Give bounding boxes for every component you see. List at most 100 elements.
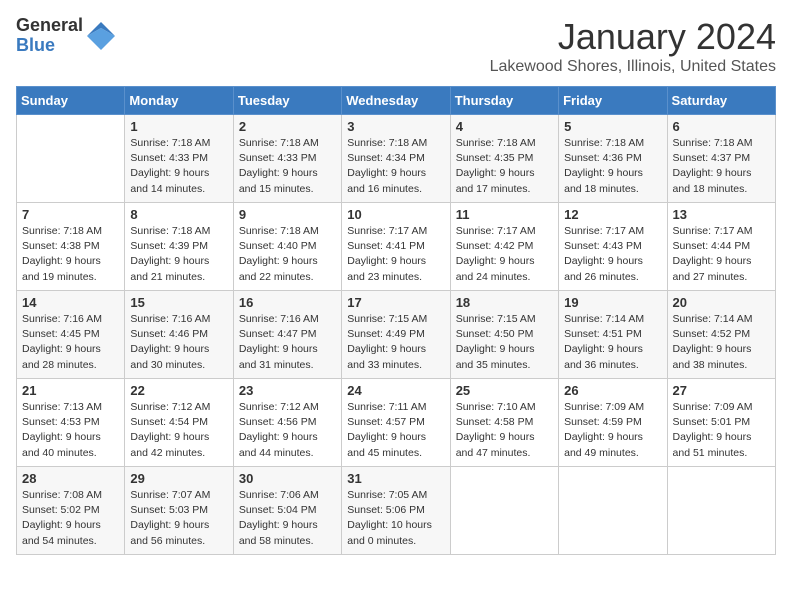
day-info: Sunrise: 7:09 AM Sunset: 5:01 PM Dayligh…	[673, 400, 770, 461]
day-info: Sunrise: 7:11 AM Sunset: 4:57 PM Dayligh…	[347, 400, 444, 461]
day-info: Sunrise: 7:15 AM Sunset: 4:50 PM Dayligh…	[456, 312, 553, 373]
day-number: 13	[673, 207, 770, 222]
calendar-cell: 17 Sunrise: 7:15 AM Sunset: 4:49 PM Dayli…	[342, 291, 450, 379]
calendar-cell: 2 Sunrise: 7:18 AM Sunset: 4:33 PM Daylig…	[233, 115, 341, 203]
day-number: 23	[239, 383, 336, 398]
day-number: 12	[564, 207, 661, 222]
calendar-cell: 15Sunrise: 7:16 AM Sunset: 4:46 PM Dayli…	[125, 291, 233, 379]
day-number: 1	[130, 119, 227, 134]
day-number: 3	[347, 119, 444, 134]
calendar-cell	[667, 467, 775, 555]
calendar-cell: 24Sunrise: 7:11 AM Sunset: 4:57 PM Dayli…	[342, 379, 450, 467]
calendar-cell: 28 Sunrise: 7:08 AM Sunset: 5:02 PM Dayli…	[17, 467, 125, 555]
day-number: 6	[673, 119, 770, 134]
calendar-cell: 12 Sunrise: 7:17 AM Sunset: 4:43 PM Dayli…	[559, 203, 667, 291]
weekday-header: Friday	[559, 87, 667, 115]
weekday-header: Wednesday	[342, 87, 450, 115]
day-number: 28	[22, 471, 119, 486]
calendar-cell: 7 Sunrise: 7:18 AM Sunset: 4:38 PM Daylig…	[17, 203, 125, 291]
calendar-cell: 16 Sunrise: 7:16 AM Sunset: 4:47 PM Dayli…	[233, 291, 341, 379]
day-info: Sunrise: 7:14 AM Sunset: 4:52 PM Dayligh…	[673, 312, 770, 373]
calendar-cell: 9Sunrise: 7:18 AM Sunset: 4:40 PM Daylig…	[233, 203, 341, 291]
calendar-cell: 27 Sunrise: 7:09 AM Sunset: 5:01 PM Dayli…	[667, 379, 775, 467]
day-info: Sunrise: 7:18 AM Sunset: 4:34 PM Dayligh…	[347, 136, 444, 197]
day-info: Sunrise: 7:18 AM Sunset: 4:33 PM Dayligh…	[239, 136, 336, 197]
day-info: Sunrise: 7:12 AM Sunset: 4:56 PM Dayligh…	[239, 400, 336, 461]
day-info: Sunrise: 7:06 AM Sunset: 5:04 PM Dayligh…	[239, 488, 336, 549]
calendar-cell	[450, 467, 558, 555]
day-info: Sunrise: 7:09 AM Sunset: 4:59 PM Dayligh…	[564, 400, 661, 461]
calendar-cell: 8 Sunrise: 7:18 AM Sunset: 4:39 PM Daylig…	[125, 203, 233, 291]
calendar-cell: 19 Sunrise: 7:14 AM Sunset: 4:51 PM Dayli…	[559, 291, 667, 379]
calendar-cell: 11 Sunrise: 7:17 AM Sunset: 4:42 PM Dayli…	[450, 203, 558, 291]
day-number: 19	[564, 295, 661, 310]
calendar-week-row: 7 Sunrise: 7:18 AM Sunset: 4:38 PM Daylig…	[17, 203, 776, 291]
calendar-cell: 1 Sunrise: 7:18 AM Sunset: 4:33 PM Daylig…	[125, 115, 233, 203]
day-number: 8	[130, 207, 227, 222]
calendar-cell: 5 Sunrise: 7:18 AM Sunset: 4:36 PM Daylig…	[559, 115, 667, 203]
calendar-cell: 29Sunrise: 7:07 AM Sunset: 5:03 PM Dayli…	[125, 467, 233, 555]
day-number: 31	[347, 471, 444, 486]
day-number: 4	[456, 119, 553, 134]
day-info: Sunrise: 7:14 AM Sunset: 4:51 PM Dayligh…	[564, 312, 661, 373]
calendar-cell: 20 Sunrise: 7:14 AM Sunset: 4:52 PM Dayli…	[667, 291, 775, 379]
calendar-week-row: 21 Sunrise: 7:13 AM Sunset: 4:53 PM Dayli…	[17, 379, 776, 467]
weekday-header: Sunday	[17, 87, 125, 115]
day-info: Sunrise: 7:13 AM Sunset: 4:53 PM Dayligh…	[22, 400, 119, 461]
calendar-cell: 26Sunrise: 7:09 AM Sunset: 4:59 PM Dayli…	[559, 379, 667, 467]
logo-general-text: General	[16, 16, 83, 36]
day-info: Sunrise: 7:05 AM Sunset: 5:06 PM Dayligh…	[347, 488, 444, 549]
page-header: General Blue January 2024 Lakewood Shore…	[16, 16, 776, 76]
day-info: Sunrise: 7:16 AM Sunset: 4:47 PM Dayligh…	[239, 312, 336, 373]
weekday-header: Saturday	[667, 87, 775, 115]
day-number: 2	[239, 119, 336, 134]
day-info: Sunrise: 7:15 AM Sunset: 4:49 PM Dayligh…	[347, 312, 444, 373]
day-info: Sunrise: 7:18 AM Sunset: 4:37 PM Dayligh…	[673, 136, 770, 197]
day-number: 5	[564, 119, 661, 134]
calendar-cell: 21 Sunrise: 7:13 AM Sunset: 4:53 PM Dayli…	[17, 379, 125, 467]
day-number: 14	[22, 295, 119, 310]
day-info: Sunrise: 7:10 AM Sunset: 4:58 PM Dayligh…	[456, 400, 553, 461]
day-number: 27	[673, 383, 770, 398]
day-number: 16	[239, 295, 336, 310]
day-number: 22	[130, 383, 227, 398]
day-info: Sunrise: 7:16 AM Sunset: 4:46 PM Dayligh…	[130, 312, 227, 373]
calendar-cell: 22 Sunrise: 7:12 AM Sunset: 4:54 PM Dayli…	[125, 379, 233, 467]
calendar-cell	[17, 115, 125, 203]
day-info: Sunrise: 7:18 AM Sunset: 4:36 PM Dayligh…	[564, 136, 661, 197]
calendar-cell: 3 Sunrise: 7:18 AM Sunset: 4:34 PM Daylig…	[342, 115, 450, 203]
day-number: 20	[673, 295, 770, 310]
calendar-cell: 4Sunrise: 7:18 AM Sunset: 4:35 PM Daylig…	[450, 115, 558, 203]
day-number: 10	[347, 207, 444, 222]
day-number: 25	[456, 383, 553, 398]
logo-icon	[87, 22, 115, 50]
day-number: 11	[456, 207, 553, 222]
weekday-header: Monday	[125, 87, 233, 115]
calendar-week-row: 14 Sunrise: 7:16 AM Sunset: 4:45 PM Dayli…	[17, 291, 776, 379]
title-area: January 2024 Lakewood Shores, Illinois, …	[490, 16, 776, 76]
day-info: Sunrise: 7:12 AM Sunset: 4:54 PM Dayligh…	[130, 400, 227, 461]
calendar-cell: 14 Sunrise: 7:16 AM Sunset: 4:45 PM Dayli…	[17, 291, 125, 379]
day-number: 21	[22, 383, 119, 398]
calendar-cell: 10 Sunrise: 7:17 AM Sunset: 4:41 PM Dayli…	[342, 203, 450, 291]
day-number: 7	[22, 207, 119, 222]
location-title: Lakewood Shores, Illinois, United States	[490, 58, 776, 76]
day-number: 17	[347, 295, 444, 310]
day-info: Sunrise: 7:18 AM Sunset: 4:39 PM Dayligh…	[130, 224, 227, 285]
day-info: Sunrise: 7:17 AM Sunset: 4:43 PM Dayligh…	[564, 224, 661, 285]
month-title: January 2024	[490, 16, 776, 58]
calendar-cell: 13Sunrise: 7:17 AM Sunset: 4:44 PM Dayli…	[667, 203, 775, 291]
day-info: Sunrise: 7:17 AM Sunset: 4:41 PM Dayligh…	[347, 224, 444, 285]
day-info: Sunrise: 7:16 AM Sunset: 4:45 PM Dayligh…	[22, 312, 119, 373]
calendar-cell: 6 Sunrise: 7:18 AM Sunset: 4:37 PM Daylig…	[667, 115, 775, 203]
logo-blue-text: Blue	[16, 36, 83, 56]
day-info: Sunrise: 7:07 AM Sunset: 5:03 PM Dayligh…	[130, 488, 227, 549]
calendar-table: SundayMondayTuesdayWednesdayThursdayFrid…	[16, 86, 776, 555]
day-info: Sunrise: 7:18 AM Sunset: 4:38 PM Dayligh…	[22, 224, 119, 285]
day-info: Sunrise: 7:18 AM Sunset: 4:33 PM Dayligh…	[130, 136, 227, 197]
day-number: 18	[456, 295, 553, 310]
day-info: Sunrise: 7:08 AM Sunset: 5:02 PM Dayligh…	[22, 488, 119, 549]
day-info: Sunrise: 7:17 AM Sunset: 4:42 PM Dayligh…	[456, 224, 553, 285]
logo: General Blue	[16, 16, 115, 56]
day-info: Sunrise: 7:18 AM Sunset: 4:40 PM Dayligh…	[239, 224, 336, 285]
